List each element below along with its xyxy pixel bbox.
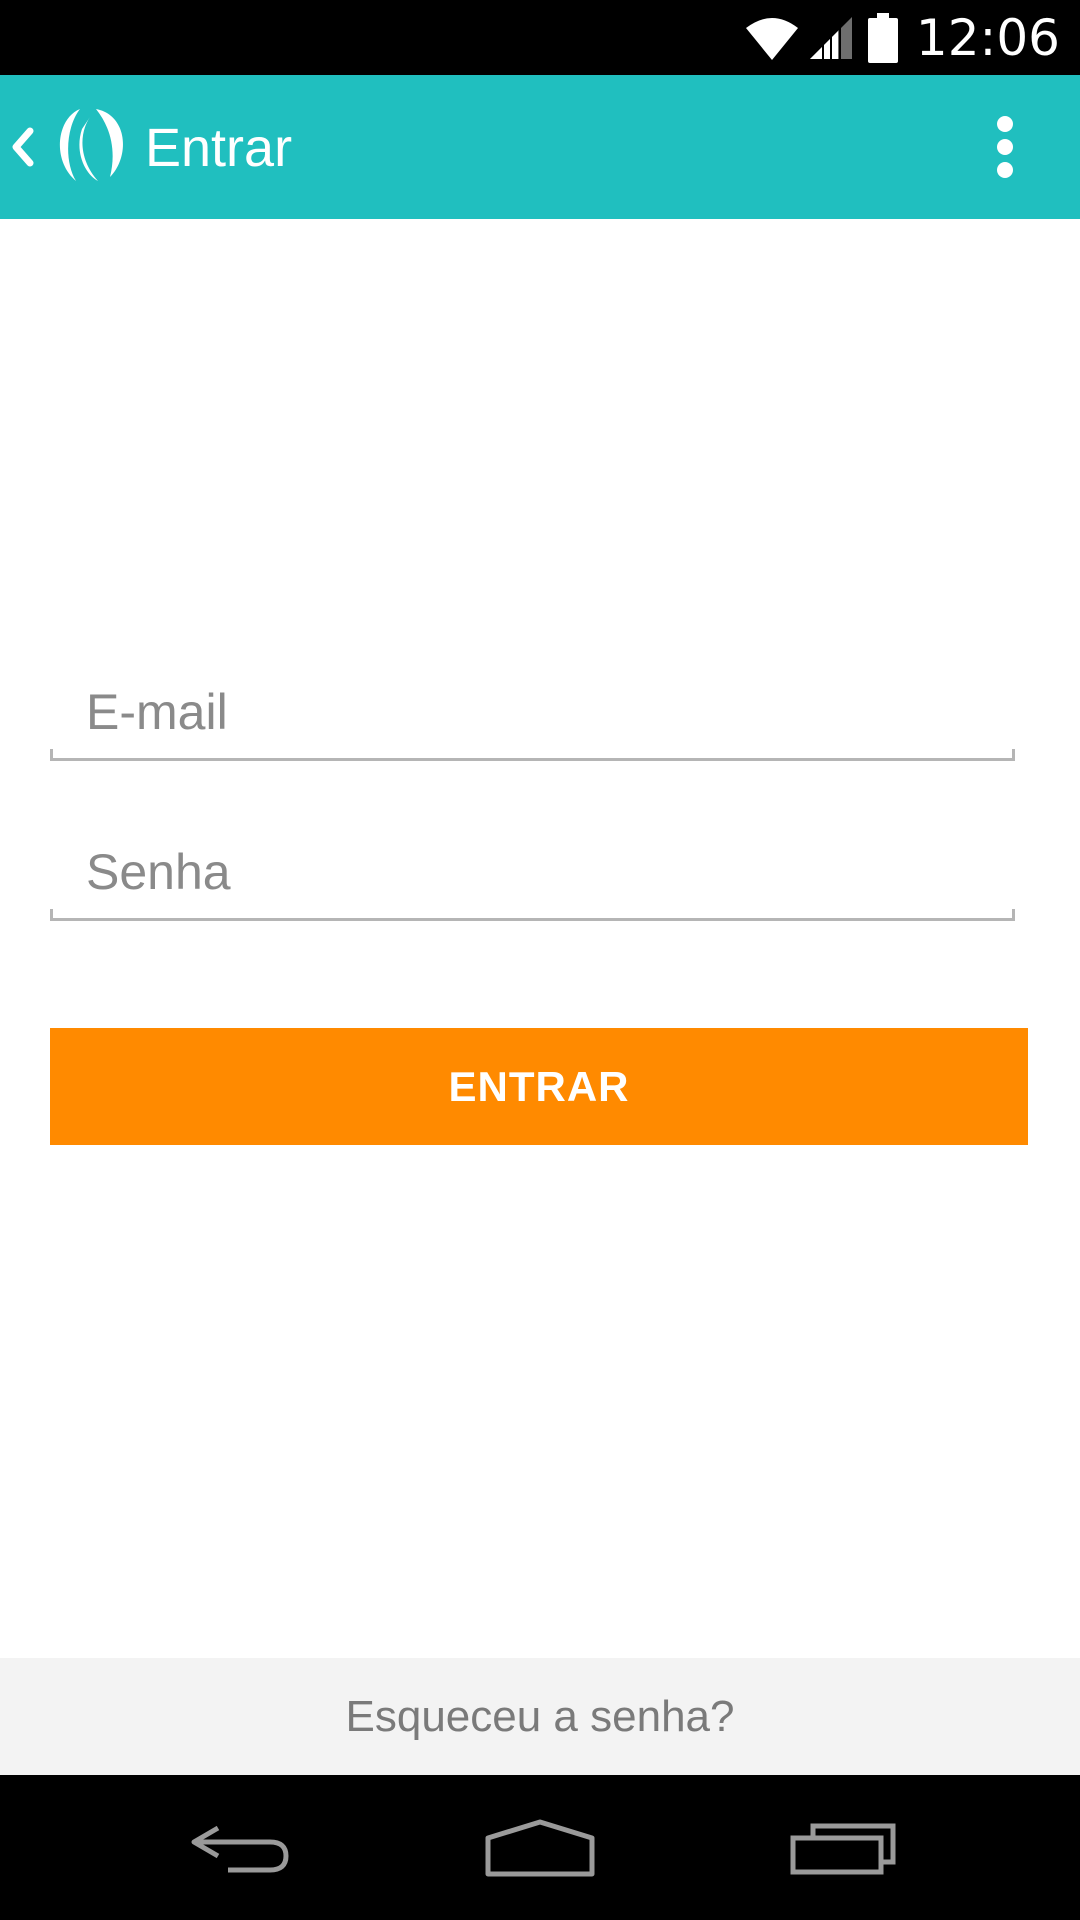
- email-field-underline: [50, 749, 1015, 761]
- battery-icon: [867, 12, 898, 63]
- back-icon: [191, 1825, 289, 1872]
- signal-icon: [809, 16, 852, 61]
- overflow-menu-button[interactable]: [960, 102, 1050, 192]
- nav-home-button[interactable]: [460, 1795, 620, 1900]
- login-screen: 12:06 Entrar E-mail ENTRAR Esqueceu a se…: [0, 0, 1080, 1920]
- up-navigation-button[interactable]: Entrar: [0, 75, 310, 219]
- password-field-wrapper: [50, 831, 1015, 921]
- password-field-underline: [50, 909, 1015, 921]
- chevron-left-icon: [12, 127, 34, 167]
- email-field[interactable]: [50, 671, 1015, 753]
- wifi-icon: [745, 17, 798, 60]
- action-bar: Entrar: [0, 75, 1080, 219]
- status-icons: 12:06: [744, 0, 1080, 75]
- status-bar: 12:06: [0, 0, 1080, 75]
- overflow-menu-icon: [997, 116, 1013, 178]
- page-title: Entrar: [145, 118, 293, 178]
- forgot-password-bar: Esqueceu a senha?: [0, 1658, 1080, 1775]
- status-time: 12:06: [915, 8, 1060, 67]
- home-icon: [485, 1819, 595, 1876]
- login-button[interactable]: ENTRAR: [50, 1028, 1028, 1145]
- nav-recents-button[interactable]: [763, 1795, 923, 1900]
- recents-icon: [790, 1823, 896, 1874]
- nav-back-button[interactable]: [160, 1795, 320, 1900]
- app-logo-icon: [59, 109, 123, 181]
- password-field[interactable]: [50, 831, 1015, 913]
- navigation-bar: [0, 1775, 1080, 1920]
- forgot-password-link[interactable]: Esqueceu a senha?: [346, 1692, 735, 1742]
- email-field-wrapper: [50, 671, 1015, 761]
